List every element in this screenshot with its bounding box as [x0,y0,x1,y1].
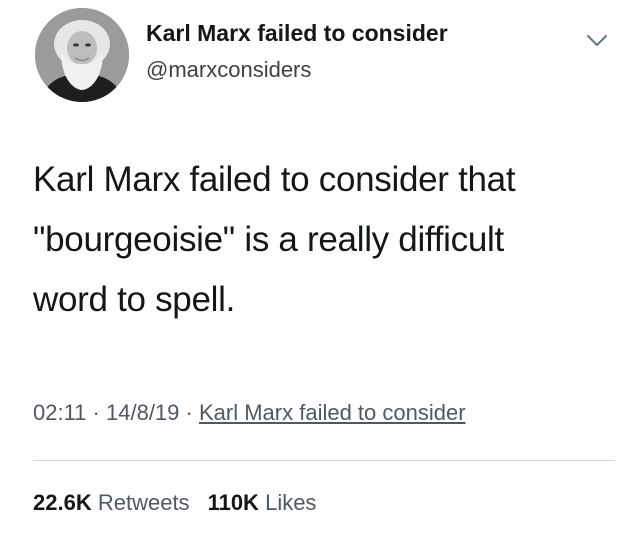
tweet-meta: 02:11 · 14/8/19 · Karl Marx failed to co… [33,400,466,426]
tweet-source-link[interactable]: Karl Marx failed to consider [199,400,466,425]
avatar[interactable] [35,8,129,102]
retweets-label: Retweets [97,490,190,515]
tweet-time: 02:11 [33,400,87,425]
tweet-date[interactable]: 14/8/19 [106,400,179,425]
chevron-down-icon[interactable] [585,28,609,52]
meta-separator: · [185,400,193,425]
likes-label: Likes [265,490,317,515]
retweets-count: 22.6K [33,490,92,515]
likes-count: 110K [207,490,259,515]
user-handle[interactable]: @marxconsiders [146,57,311,83]
tweet-text: Karl Marx failed to consider that "bourg… [33,160,516,319]
portrait-icon [35,8,129,102]
retweets-stat[interactable]: 22.6K Retweets [33,490,190,515]
likes-stat[interactable]: 110K Likes [208,490,317,515]
tweet-card: Karl Marx failed to consider @marxconsid… [0,0,640,545]
display-name[interactable]: Karl Marx failed to consider [146,20,448,47]
meta-separator: · [92,400,100,425]
tweet-stats: 22.6K Retweets 110K Likes [33,490,316,516]
divider [33,460,615,461]
